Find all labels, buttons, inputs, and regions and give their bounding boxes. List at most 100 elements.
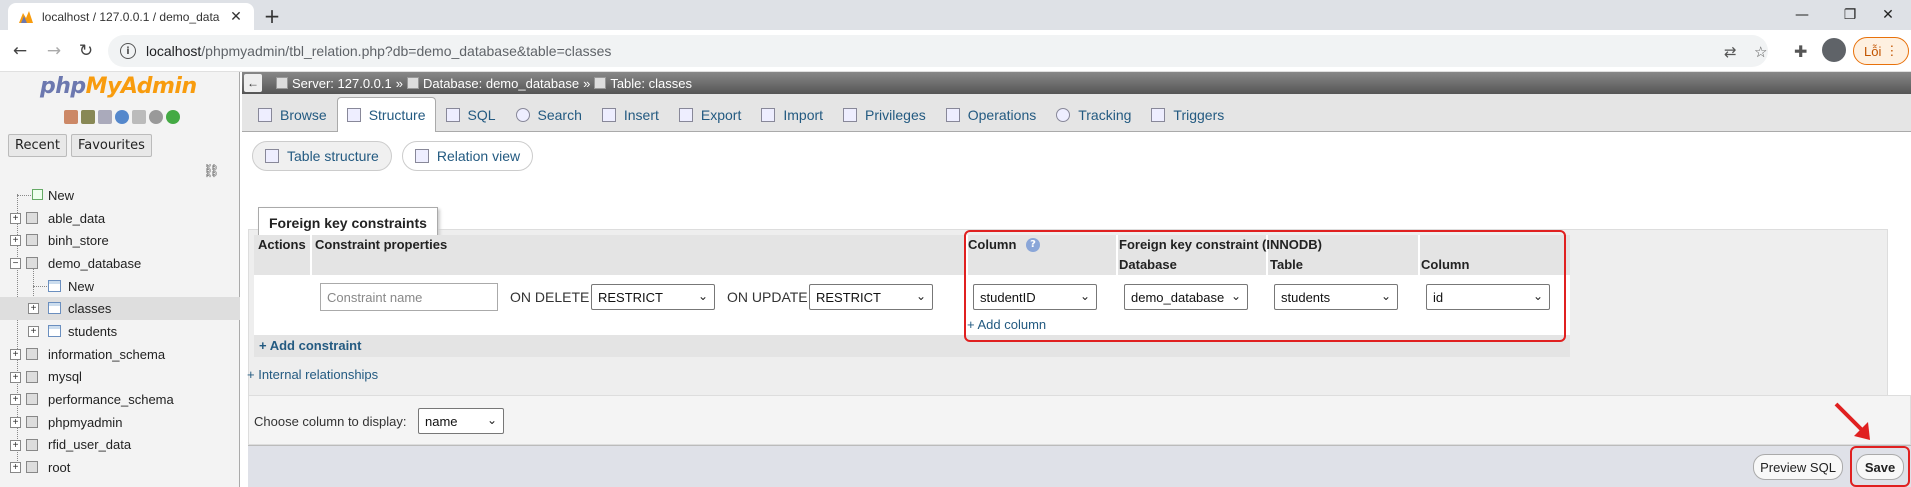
error-button-label: Lỗi	[1864, 43, 1882, 59]
favourites-tab[interactable]: Favourites	[70, 134, 152, 157]
constraint-name-input[interactable]: Constraint name	[320, 283, 498, 311]
tab-triggers[interactable]: Triggers	[1141, 97, 1234, 131]
privileges-icon	[843, 107, 858, 122]
collapse-nav-arrow-icon[interactable]: ←	[244, 74, 262, 92]
tree-item-label: information_schema	[48, 346, 166, 362]
close-window-icon[interactable]: ✕	[1866, 0, 1910, 30]
translate-icon[interactable]: ⇄	[1724, 43, 1737, 61]
collapse-icon[interactable]: −	[10, 258, 21, 270]
form-footer	[248, 445, 1911, 487]
tab-privileges[interactable]: Privileges	[833, 97, 936, 131]
tree-item-classes[interactable]: + classes	[0, 297, 240, 321]
tab-sql[interactable]: SQL	[436, 97, 506, 131]
tree-item-label: phpmyadmin	[48, 414, 123, 430]
tab-insert[interactable]: Insert	[592, 97, 669, 131]
tree-item-binh-store[interactable]: + binh_store	[0, 229, 240, 252]
subtab-table-structure[interactable]: Table structure	[252, 141, 392, 171]
tree-item-students[interactable]: + students	[0, 320, 240, 343]
logo-php: php	[40, 74, 86, 99]
insert-icon	[601, 107, 616, 122]
database-icon	[26, 393, 38, 406]
docs-icon[interactable]	[132, 110, 146, 124]
tab-import[interactable]: Import	[751, 97, 833, 131]
tree-item-new-table[interactable]: New	[0, 275, 240, 298]
tree-item-information-schema[interactable]: + information_schema	[0, 343, 240, 366]
table-icon	[594, 77, 607, 89]
tree-item-label: binh_store	[48, 233, 109, 249]
expand-icon[interactable]: +	[10, 439, 21, 451]
home-icon[interactable]	[64, 110, 78, 124]
on-delete-select[interactable]: RESTRICT ⌄	[591, 284, 715, 310]
breadcrumb-table[interactable]: Table: classes	[594, 76, 692, 91]
tab-search[interactable]: Search	[506, 97, 592, 131]
tree-item-label: root	[48, 460, 71, 476]
tab-browse[interactable]: Browse	[248, 97, 337, 131]
expand-icon[interactable]: +	[10, 235, 21, 247]
internal-relationships-link[interactable]: + Internal relationships	[247, 367, 378, 382]
tree-item-demo-database[interactable]: − demo_database	[0, 252, 240, 275]
new-table-icon	[48, 279, 61, 292]
logout-icon[interactable]	[81, 110, 95, 124]
subtab-relation-view[interactable]: Relation view	[401, 141, 534, 171]
settings-gear-icon[interactable]	[149, 110, 163, 124]
tab-tracking[interactable]: Tracking	[1046, 97, 1141, 131]
back-arrow-icon[interactable]: ←	[8, 39, 32, 63]
tree-item-label: New	[68, 278, 95, 294]
error-button[interactable]: Lỗi ⋮	[1853, 37, 1909, 65]
reload-nav-icon[interactable]	[166, 110, 180, 124]
help-icon[interactable]	[115, 110, 129, 124]
profile-avatar[interactable]	[1822, 38, 1846, 62]
add-constraint-link[interactable]: + Add constraint	[259, 338, 361, 353]
address-bar[interactable]: i localhost/phpmyadmin/tbl_relation.php?…	[108, 35, 1768, 67]
phpmyadmin-logo[interactable]: phpMyAdmin	[40, 74, 197, 99]
browser-tab-title: localhost / 127.0.0.1 / demo_database	[42, 9, 220, 24]
tree-item-mysql[interactable]: + mysql	[0, 366, 240, 389]
tab-export[interactable]: Export	[669, 97, 751, 131]
breadcrumb-database[interactable]: Database: demo_database	[406, 76, 579, 91]
expand-icon[interactable]: +	[10, 394, 21, 406]
column-separator	[310, 235, 312, 335]
expand-icon[interactable]: +	[28, 326, 39, 338]
expand-icon[interactable]: +	[10, 212, 21, 224]
browser-tab[interactable]: localhost / 127.0.0.1 / demo_database ✕	[8, 3, 254, 30]
tab-label: Privileges	[865, 106, 926, 123]
on-update-select[interactable]: RESTRICT ⌄	[809, 284, 933, 310]
tree-item-phpmyadmin[interactable]: + phpmyadmin	[0, 411, 240, 434]
close-tab-icon[interactable]: ✕	[228, 9, 244, 25]
annotation-arrow-icon	[1834, 402, 1870, 440]
breadcrumb-server[interactable]: Server: 127.0.0.1	[276, 76, 392, 91]
expand-icon[interactable]: +	[10, 416, 21, 428]
expand-icon[interactable]: +	[10, 462, 21, 474]
database-icon	[406, 77, 419, 89]
expand-icon[interactable]: +	[28, 303, 39, 315]
database-icon	[26, 461, 38, 474]
tree-item-rfid-user-data[interactable]: + rfid_user_data	[0, 434, 240, 457]
tab-operations[interactable]: Operations	[936, 97, 1046, 131]
tree-item-new[interactable]: New	[0, 184, 240, 207]
extensions-puzzle-icon[interactable]: ✚	[1794, 42, 1807, 61]
tree-item-label: rfid_user_data	[48, 437, 132, 453]
new-tab-button[interactable]: +	[260, 4, 284, 28]
expand-icon[interactable]: +	[10, 371, 21, 383]
tab-label: Triggers	[1173, 106, 1225, 123]
reload-icon[interactable]: ↻	[74, 39, 98, 63]
display-column-select[interactable]: name ⌄	[418, 408, 504, 434]
link-with-main-panel-icon[interactable]: ⛓	[203, 164, 220, 179]
expand-icon[interactable]: +	[10, 348, 21, 360]
tree-item-performance-schema[interactable]: + performance_schema	[0, 388, 240, 411]
sql-icon	[445, 107, 460, 122]
minimize-icon[interactable]: —	[1780, 0, 1824, 30]
tab-structure[interactable]: Structure	[336, 97, 436, 132]
sql-query-icon[interactable]	[98, 110, 112, 124]
on-update-value: RESTRICT	[816, 289, 881, 305]
recent-tab[interactable]: Recent	[8, 134, 67, 157]
breadcrumb-table-label: Table: classes	[610, 75, 692, 91]
tree-item-able-data[interactable]: + able_data	[0, 207, 240, 230]
tree-item-root[interactable]: + root	[0, 456, 240, 479]
url-text: localhost/phpmyadmin/tbl_relation.php?db…	[146, 43, 611, 59]
forward-arrow-icon[interactable]: →	[42, 39, 66, 63]
site-info-icon[interactable]: i	[120, 43, 136, 59]
preview-sql-button[interactable]: Preview SQL	[1753, 454, 1843, 480]
database-icon	[26, 257, 38, 270]
bookmark-star-icon[interactable]: ☆	[1754, 43, 1767, 61]
